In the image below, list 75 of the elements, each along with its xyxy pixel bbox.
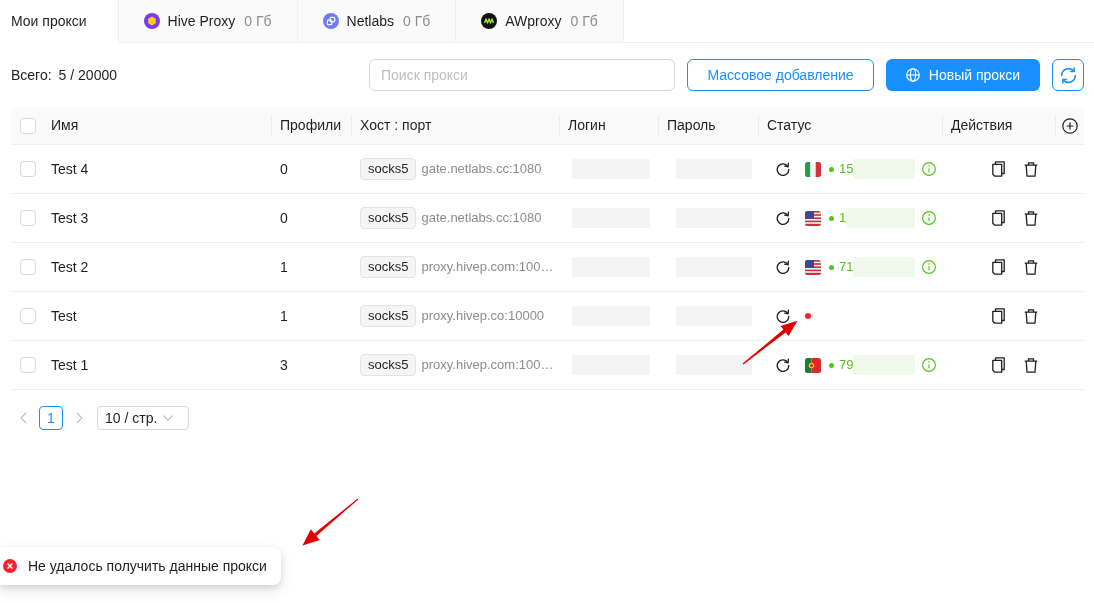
page-size-select[interactable]: 10 / стр. xyxy=(97,406,189,430)
copy-icon[interactable] xyxy=(992,210,1005,226)
profile-count: 1 xyxy=(280,306,288,326)
reload-icon[interactable] xyxy=(776,162,790,176)
trash-icon[interactable] xyxy=(1024,357,1038,373)
copy-icon[interactable] xyxy=(992,259,1005,275)
trash-icon[interactable] xyxy=(1024,210,1038,226)
ip-address: 71 xyxy=(839,258,854,277)
refresh-button[interactable] xyxy=(1052,59,1084,91)
column-header: Профили xyxy=(280,116,341,135)
host-address: proxy.hivep.com:100… xyxy=(421,356,554,375)
copy-icon[interactable] xyxy=(992,308,1005,324)
reload-icon[interactable] xyxy=(776,309,790,323)
proxy-name: Test xyxy=(51,306,77,326)
tab[interactable]: Hive Proxy 0 Гб xyxy=(118,0,298,43)
row-checkbox[interactable] xyxy=(20,161,36,177)
host-address: gate.netlabs.cc:1080 xyxy=(421,160,542,179)
copy-icon[interactable] xyxy=(992,161,1005,177)
trash-icon[interactable] xyxy=(1024,161,1038,177)
proxy-name: Test 4 xyxy=(51,159,89,179)
globe-icon xyxy=(905,68,920,82)
annotation-arrow xyxy=(741,318,799,366)
proxy-name: Test 3 xyxy=(51,208,89,228)
annotation-arrow xyxy=(301,497,360,547)
column-header: Пароль xyxy=(667,116,716,135)
trash-icon[interactable] xyxy=(1024,308,1038,324)
column-header: Логин xyxy=(568,116,606,135)
error-icon xyxy=(3,559,17,573)
reload-icon[interactable] xyxy=(776,211,790,225)
protocol-tag: socks5 xyxy=(360,256,417,278)
select-all-checkbox[interactable] xyxy=(20,117,36,134)
ip-address: 79 xyxy=(839,356,854,375)
italy-flag-icon xyxy=(805,161,821,177)
toast-message: Не удалось получить данные прокси xyxy=(28,556,267,576)
column-header: Хост : порт xyxy=(360,116,432,135)
ip-address: 1 xyxy=(839,209,847,228)
add-column-icon[interactable] xyxy=(1061,117,1078,134)
reload-icon[interactable] xyxy=(776,260,790,274)
zigzag-logo-icon xyxy=(481,13,498,29)
proxy-name: Test 1 xyxy=(51,355,89,375)
chevron-down-icon xyxy=(163,415,174,421)
host-address: gate.netlabs.cc:1080 xyxy=(421,209,542,228)
refresh-icon xyxy=(1059,66,1077,84)
host-address: proxy.hivep.com:100… xyxy=(421,258,554,277)
tab[interactable]: AWproxy 0 Гб xyxy=(456,0,624,43)
protocol-tag: socks5 xyxy=(360,354,417,376)
row-checkbox[interactable] xyxy=(20,308,36,324)
host-address: proxy.hivep.co:10000 xyxy=(421,307,545,326)
total-count: 5 / 20000 xyxy=(58,65,117,85)
reload-icon[interactable] xyxy=(776,358,790,372)
column-header: Имя xyxy=(51,116,79,135)
total-label: Всего: xyxy=(11,65,52,85)
portugal-flag-icon xyxy=(805,357,821,373)
column-header: Действия xyxy=(951,116,1013,135)
hexagon-logo-icon xyxy=(143,13,160,29)
tab[interactable]: Netlabs 0 Гб xyxy=(297,0,457,43)
ip-address: 15 xyxy=(839,160,854,179)
protocol-tag: socks5 xyxy=(360,207,417,229)
profile-count: 3 xyxy=(280,355,288,375)
profile-count: 1 xyxy=(280,257,288,277)
search-field[interactable]: Поиск прокси xyxy=(369,59,675,91)
us-flag-icon xyxy=(805,259,821,275)
copy-icon[interactable] xyxy=(992,357,1005,373)
us-flag-icon xyxy=(805,210,821,226)
profile-count: 0 xyxy=(280,208,288,228)
row-checkbox[interactable] xyxy=(20,210,36,226)
protocol-tag: socks5 xyxy=(360,305,417,327)
proxy-name: Test 2 xyxy=(51,257,89,277)
protocol-tag: socks5 xyxy=(360,158,417,180)
link-squares-logo-icon xyxy=(322,13,339,29)
column-header: Статус xyxy=(767,116,812,135)
trash-icon[interactable] xyxy=(1024,259,1038,275)
row-checkbox[interactable] xyxy=(20,259,36,275)
profile-count: 0 xyxy=(280,159,288,179)
row-checkbox[interactable] xyxy=(20,357,36,373)
